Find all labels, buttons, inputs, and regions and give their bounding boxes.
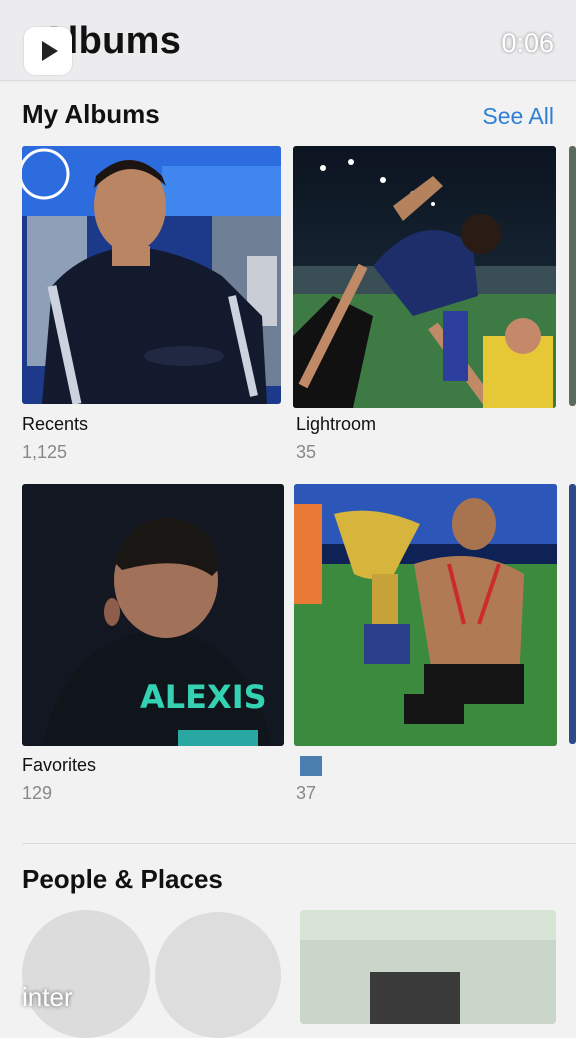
section-divider (22, 843, 576, 844)
album-count: 1,125 (22, 442, 68, 462)
video-caption: inter (22, 982, 73, 1012)
album-thumb-favorites[interactable]: ALEXIS (22, 484, 284, 746)
album-thumb-lightroom[interactable] (293, 146, 556, 408)
play-icon (42, 41, 58, 61)
album-label: Favorites (22, 755, 97, 775)
see-all-link[interactable]: See All (482, 103, 554, 130)
trophy-photo (294, 484, 557, 746)
favorites-photo: ALEXIS (22, 484, 284, 746)
video-timer: 0:06 (501, 28, 554, 58)
album-count: 37 (296, 783, 317, 803)
album-count: 129 (22, 783, 53, 803)
album-label: Recents (22, 414, 89, 434)
jersey-name: ALEXIS (140, 678, 267, 716)
top-bar: Albums 0:06 (0, 0, 576, 82)
video-app-icon[interactable] (24, 27, 72, 75)
album-thumb-partial[interactable] (569, 146, 576, 406)
my-albums-heading: My Albums (22, 99, 160, 129)
people-places-heading: People & Places (22, 864, 223, 894)
album-thumb-trophy[interactable] (294, 484, 557, 746)
lightroom-photo (293, 146, 556, 408)
recents-photo (22, 146, 281, 404)
album-label: Lightroom (296, 414, 377, 434)
album-thumb-recents[interactable] (22, 146, 281, 404)
header-divider (0, 80, 576, 81)
people-avatar[interactable] (22, 910, 150, 1038)
album-thumb-partial[interactable] (569, 484, 576, 744)
map-preview (300, 910, 556, 1024)
album-count: 35 (296, 442, 317, 462)
album-mini-icon (300, 756, 322, 776)
places-map-thumbnail[interactable] (300, 910, 556, 1024)
people-avatar[interactable] (155, 912, 281, 1038)
